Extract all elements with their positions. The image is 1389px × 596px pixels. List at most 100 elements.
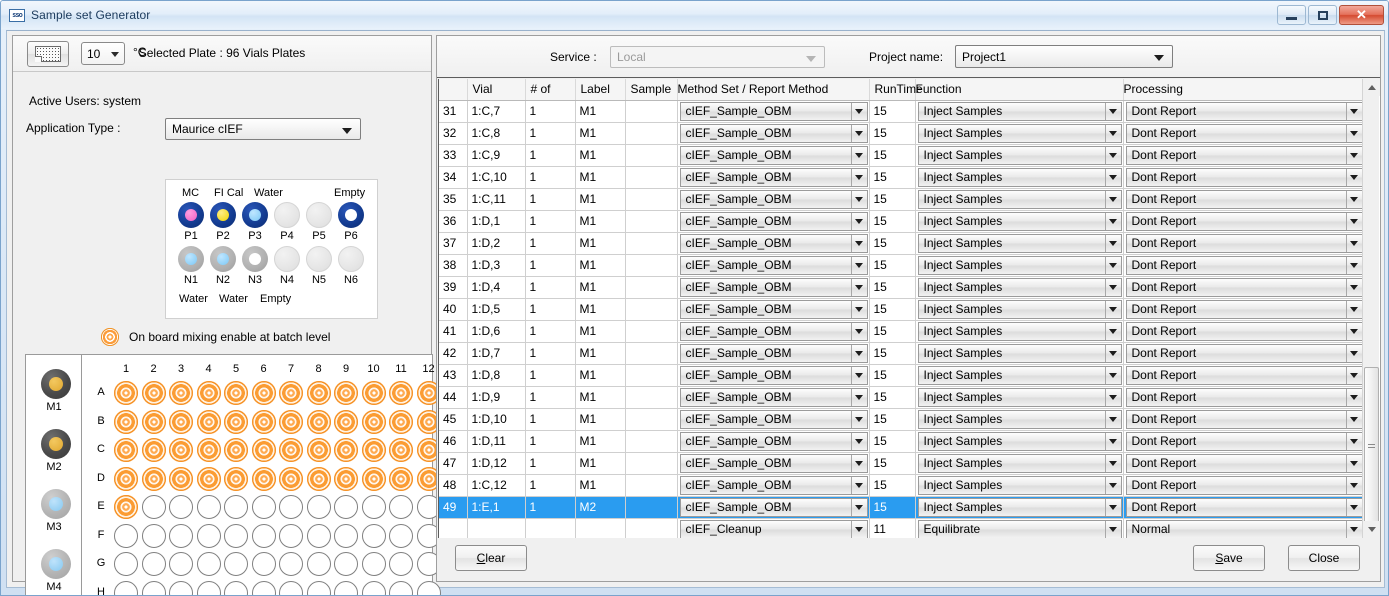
plate-well-A8[interactable]	[306, 381, 331, 405]
plate-well-G8[interactable]	[306, 552, 331, 576]
runtime-cell[interactable]: 15	[869, 298, 916, 321]
method-set-combo[interactable]: cIEF_Sample_OBM	[679, 233, 868, 253]
sample-cell[interactable]	[625, 232, 678, 255]
function-combo[interactable]: Inject Samples	[917, 431, 1122, 451]
plate-well-B1[interactable]	[114, 409, 138, 434]
vial-cell[interactable]: 1:D,4	[467, 276, 526, 299]
chevron-down-icon[interactable]	[850, 300, 867, 318]
label-cell[interactable]: M1	[575, 298, 626, 321]
row-index[interactable]: 44	[439, 386, 468, 409]
vial-cell[interactable]: 1:C,7	[467, 100, 526, 123]
method-set-cell[interactable]: cIEF_Sample_OBM	[677, 386, 870, 409]
function-combo[interactable]: Inject Samples	[917, 101, 1122, 121]
function-combo[interactable]: Inject Samples	[917, 409, 1122, 429]
chevron-down-icon[interactable]	[850, 344, 867, 362]
plate-well-B11[interactable]	[389, 409, 413, 434]
chevron-down-icon[interactable]	[1104, 212, 1121, 230]
chevron-down-icon[interactable]	[1104, 476, 1121, 494]
processing-cell[interactable]: Dont Report	[1123, 166, 1365, 189]
close-button-titlebar[interactable]: ✕	[1339, 5, 1384, 25]
method-set-cell[interactable]: cIEF_Sample_OBM	[677, 364, 870, 387]
method-set-cell[interactable]: cIEF_Sample_OBM	[677, 452, 870, 475]
count-cell[interactable]: 1	[525, 298, 576, 321]
method-set-combo[interactable]: cIEF_Sample_OBM	[679, 453, 868, 473]
sample-cell[interactable]	[625, 364, 678, 387]
function-cell[interactable]: Inject Samples	[915, 100, 1124, 123]
chevron-down-icon[interactable]	[850, 388, 867, 406]
method-set-cell[interactable]: cIEF_Sample_OBM	[677, 298, 870, 321]
chevron-down-icon[interactable]	[1104, 300, 1121, 318]
plate-well-D1[interactable]	[114, 466, 138, 491]
function-cell[interactable]: Inject Samples	[915, 166, 1124, 189]
column-header[interactable]: Processing	[1123, 79, 1365, 101]
label-cell[interactable]: M1	[575, 364, 626, 387]
scroll-up-button[interactable]	[1363, 79, 1380, 96]
plate-well-H2[interactable]	[141, 580, 166, 595]
runtime-cell[interactable]: 15	[869, 496, 916, 519]
chevron-down-icon[interactable]	[1345, 278, 1362, 296]
plate-well-H3[interactable]	[169, 580, 193, 595]
plate-well-H11[interactable]	[389, 580, 413, 595]
table-row[interactable]: 43 1:D,8 1 M1 cIEF_Sample_OBM 15 Inject Sample…	[439, 364, 1365, 387]
table-row[interactable]: 41 1:D,6 1 M1 cIEF_Sample_OBM 15 Inject Sample…	[439, 320, 1365, 343]
vial-cell[interactable]: 1:D,12	[467, 452, 526, 475]
runtime-cell[interactable]: 15	[869, 254, 916, 277]
application-type-select[interactable]: Maurice cIEF	[165, 118, 361, 140]
method-set-combo[interactable]: cIEF_Sample_OBM	[679, 277, 868, 297]
processing-cell[interactable]: Dont Report	[1123, 122, 1365, 145]
plate-well-E8[interactable]	[306, 495, 331, 519]
vial-n5[interactable]	[306, 246, 332, 272]
label-cell[interactable]: M1	[575, 430, 626, 453]
chevron-down-icon[interactable]	[1104, 256, 1121, 274]
method-set-combo[interactable]: cIEF_Sample_OBM	[679, 387, 868, 407]
count-cell[interactable]: 1	[525, 496, 576, 519]
row-index[interactable]: 45	[439, 408, 468, 431]
row-index[interactable]: 46	[439, 430, 468, 453]
function-combo[interactable]: Inject Samples	[917, 277, 1122, 297]
method-set-combo[interactable]: cIEF_Sample_OBM	[679, 167, 868, 187]
count-cell[interactable]: 1	[525, 430, 576, 453]
plate-well-B5[interactable]	[224, 409, 248, 434]
row-index[interactable]: 39	[439, 276, 468, 299]
vial-p2[interactable]	[210, 202, 236, 228]
plate-well-C3[interactable]	[169, 438, 193, 462]
function-combo[interactable]: Inject Samples	[917, 123, 1122, 143]
count-cell[interactable]: 1	[525, 320, 576, 343]
processing-cell[interactable]: Dont Report	[1123, 298, 1365, 321]
row-index[interactable]: 35	[439, 188, 468, 211]
plate-well-D9[interactable]	[334, 466, 358, 491]
chevron-down-icon[interactable]	[1345, 102, 1362, 120]
plate-well-H5[interactable]	[224, 580, 248, 595]
row-index[interactable]: 48	[439, 474, 468, 497]
chevron-down-icon[interactable]	[1345, 410, 1362, 428]
label-cell[interactable]: M1	[575, 210, 626, 233]
method-set-combo[interactable]: cIEF_Sample_OBM	[679, 321, 868, 341]
plate-well-D8[interactable]	[306, 466, 331, 491]
chevron-down-icon[interactable]	[850, 366, 867, 384]
processing-cell[interactable]: Dont Report	[1123, 430, 1365, 453]
vial-cell[interactable]: 1:C,12	[467, 474, 526, 497]
processing-combo[interactable]: Dont Report	[1125, 431, 1363, 451]
count-cell[interactable]: 1	[525, 122, 576, 145]
row-index[interactable]: 42	[439, 342, 468, 365]
clear-button[interactable]: Clear	[455, 545, 527, 571]
processing-combo[interactable]: Dont Report	[1125, 167, 1363, 187]
count-cell[interactable]: 1	[525, 144, 576, 167]
plate-well-B2[interactable]	[141, 409, 166, 434]
vial-cell[interactable]: 1:C,9	[467, 144, 526, 167]
plate-well-C5[interactable]	[224, 438, 248, 462]
method-set-cell[interactable]: cIEF_Sample_OBM	[677, 144, 870, 167]
sample-cell[interactable]	[625, 144, 678, 167]
processing-cell[interactable]: Dont Report	[1123, 496, 1365, 519]
vial-cell[interactable]: 1:C,11	[467, 188, 526, 211]
function-combo[interactable]: Inject Samples	[917, 321, 1122, 341]
runtime-cell[interactable]: 15	[869, 320, 916, 343]
runtime-cell[interactable]: 11	[869, 518, 916, 538]
runtime-cell[interactable]: 15	[869, 342, 916, 365]
chevron-down-icon[interactable]	[1104, 102, 1121, 120]
plate-well-F9[interactable]	[334, 523, 358, 548]
table-row[interactable]: 36 1:D,1 1 M1 cIEF_Sample_OBM 15 Inject Sample…	[439, 210, 1365, 233]
vial-p3[interactable]	[242, 202, 268, 228]
table-row[interactable]: 48 1:C,12 1 M1 cIEF_Sample_OBM 15 Inject Sampl…	[439, 474, 1365, 497]
function-combo[interactable]: Inject Samples	[917, 211, 1122, 231]
